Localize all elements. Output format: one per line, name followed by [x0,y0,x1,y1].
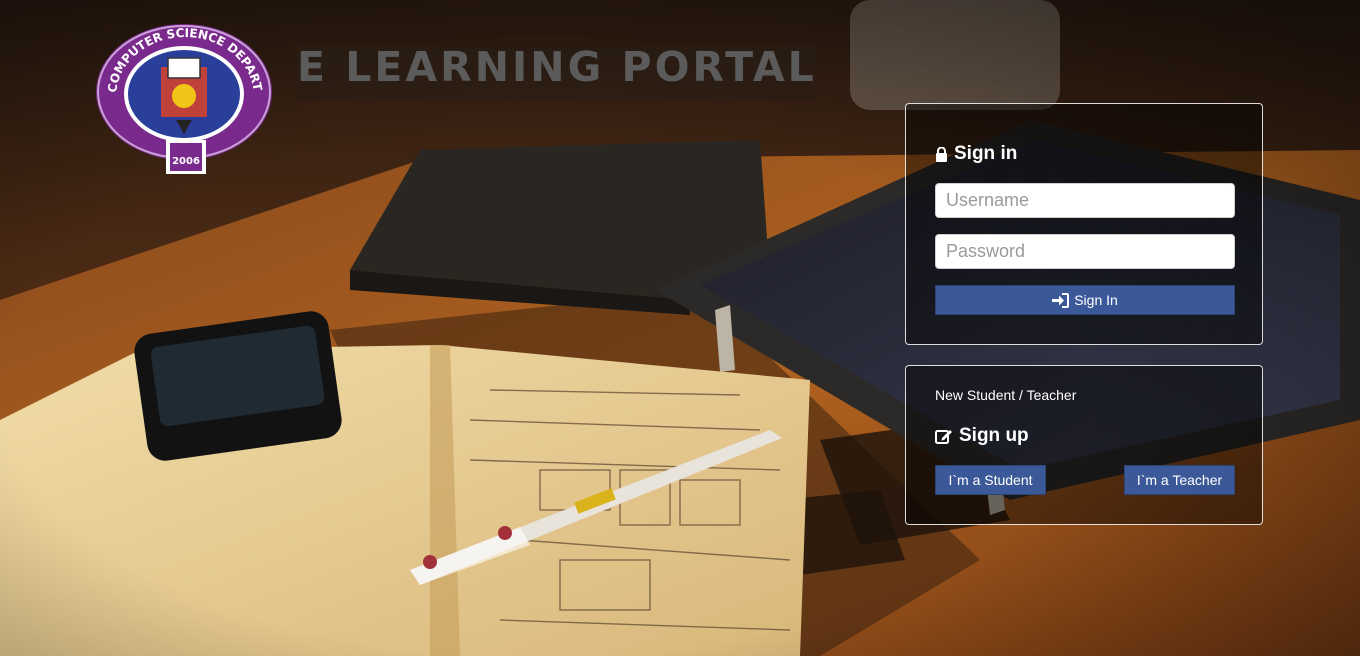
computer-science-department-seal-icon: COMPUTER SCIENCE DEPARTMENT 2006 [90,11,272,174]
signup-heading: Sign up [935,425,1029,447]
login-page: COMPUTER SCIENCE DEPARTMENT 2006 E LEARN… [0,0,1360,656]
password-input[interactable] [935,234,1235,269]
portal-title-banner: E LEARNING PORTAL [297,43,817,100]
department-logo: COMPUTER SCIENCE DEPARTMENT 2006 [90,11,274,177]
portal-title: E LEARNING PORTAL [297,43,817,91]
signin-button[interactable]: Sign In [935,285,1235,315]
logo-year: 2006 [172,156,200,167]
new-user-text: New Student / Teacher [935,387,1077,403]
signin-button-label: Sign In [1074,292,1118,308]
signin-heading: Sign in [935,143,1017,165]
signup-heading-label: Sign up [959,425,1029,446]
signup-panel: New Student / Teacher Sign up I`m a Stud… [905,365,1263,525]
signin-panel: Sign in Sign In [905,103,1263,345]
edit-icon [935,428,953,444]
sign-in-icon [1052,292,1070,308]
signin-heading-label: Sign in [954,143,1018,164]
student-signup-button[interactable]: I`m a Student [935,465,1046,495]
teacher-signup-button[interactable]: I`m a Teacher [1124,465,1235,495]
username-input[interactable] [935,183,1235,218]
lock-icon [935,146,948,162]
